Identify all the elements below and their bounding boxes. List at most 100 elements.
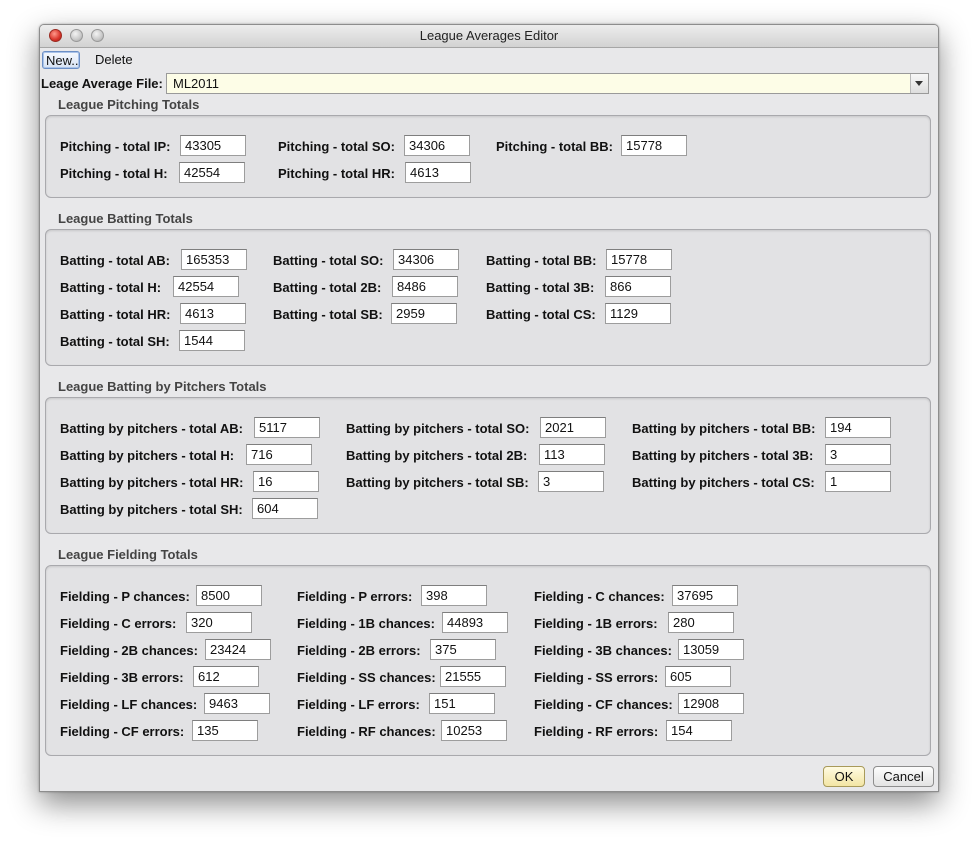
fielding-rf-errors-label: Fielding - RF errors: <box>534 724 659 739</box>
pitching-ip-label: Pitching - total IP: <box>60 139 171 154</box>
batting-so-field[interactable] <box>393 249 459 270</box>
pitcher-batting-cs-field[interactable] <box>825 471 891 492</box>
pitching-totals-group: Pitching - total IP: Pitching - total SO… <box>45 115 931 198</box>
pitcher-batting-sh-label: Batting by pitchers - total SH: <box>60 502 243 517</box>
fielding-c-chances-label: Fielding - C chances: <box>534 589 665 604</box>
pitching-ip-field[interactable] <box>180 135 246 156</box>
fielding-ss-errors-field[interactable] <box>665 666 731 687</box>
batting-sh-field[interactable] <box>179 330 245 351</box>
pitcher-batting-sh-field[interactable] <box>252 498 318 519</box>
pitcher-batting-h-field[interactable] <box>246 444 312 465</box>
title-bar: League Averages Editor <box>40 25 938 48</box>
batting-2b-field[interactable] <box>392 276 458 297</box>
batting-totals-group: Batting - total AB: Batting - total SO: … <box>45 229 931 366</box>
pitcher-batting-so-field[interactable] <box>540 417 606 438</box>
fielding-lf-errors-label: Fielding - LF errors: <box>297 697 420 712</box>
fielding-cf-errors-label: Fielding - CF errors: <box>60 724 185 739</box>
fielding-1b-errors-field[interactable] <box>668 612 734 633</box>
fielding-lf-chances-field[interactable] <box>204 693 270 714</box>
fielding-cf-chances-field[interactable] <box>678 693 744 714</box>
pitching-hr-field[interactable] <box>405 162 471 183</box>
batting-cs-label: Batting - total CS: <box>486 307 596 322</box>
fielding-p-chances-field[interactable] <box>196 585 262 606</box>
cancel-button[interactable]: Cancel <box>873 766 934 787</box>
batting-bb-field[interactable] <box>606 249 672 270</box>
fielding-totals-title: League Fielding Totals <box>58 547 198 562</box>
pitcher-batting-bb-field[interactable] <box>825 417 891 438</box>
pitcher-batting-hr-label: Batting by pitchers - total HR: <box>60 475 244 490</box>
fielding-1b-chances-label: Fielding - 1B chances: <box>297 616 435 631</box>
fielding-p-errors-field[interactable] <box>421 585 487 606</box>
new-button[interactable]: New.. <box>42 51 80 69</box>
batting-hr-label: Batting - total HR: <box>60 307 171 322</box>
fielding-2b-chances-field[interactable] <box>205 639 271 660</box>
pitcher-batting-sb-field[interactable] <box>538 471 604 492</box>
league-average-file-label: Leage Average File: <box>41 76 163 91</box>
pitcher-batting-hr-field[interactable] <box>253 471 319 492</box>
fielding-lf-errors-field[interactable] <box>429 693 495 714</box>
batting-sh-label: Batting - total SH: <box>60 334 170 349</box>
fielding-p-chances-label: Fielding - P chances: <box>60 589 190 604</box>
batting-3b-field[interactable] <box>605 276 671 297</box>
fielding-totals-group: Fielding - P chances: Fielding - P error… <box>45 565 931 756</box>
pitcher-batting-sb-label: Batting by pitchers - total SB: <box>346 475 529 490</box>
pitching-h-field[interactable] <box>179 162 245 183</box>
ok-button[interactable]: OK <box>823 766 865 787</box>
fielding-c-errors-field[interactable] <box>186 612 252 633</box>
batting-ab-field[interactable] <box>181 249 247 270</box>
fielding-1b-chances-field[interactable] <box>442 612 508 633</box>
batting-cs-field[interactable] <box>605 303 671 324</box>
pitching-bb-label: Pitching - total BB: <box>496 139 613 154</box>
fielding-rf-chances-label: Fielding - RF chances: <box>297 724 436 739</box>
fielding-2b-errors-field[interactable] <box>430 639 496 660</box>
pitcher-batting-2b-field[interactable] <box>539 444 605 465</box>
fielding-2b-chances-label: Fielding - 2B chances: <box>60 643 198 658</box>
pitcher-batting-3b-field[interactable] <box>825 444 891 465</box>
pitching-totals-title: League Pitching Totals <box>58 97 200 112</box>
delete-button[interactable]: Delete <box>95 51 137 69</box>
batting-sb-field[interactable] <box>391 303 457 324</box>
fielding-3b-errors-field[interactable] <box>193 666 259 687</box>
pitcher-batting-ab-label: Batting by pitchers - total AB: <box>60 421 243 436</box>
pitching-hr-label: Pitching - total HR: <box>278 166 395 181</box>
fielding-rf-errors-field[interactable] <box>666 720 732 741</box>
pitcher-batting-bb-label: Batting by pitchers - total BB: <box>632 421 816 436</box>
pitcher-batting-so-label: Batting by pitchers - total SO: <box>346 421 530 436</box>
fielding-c-chances-field[interactable] <box>672 585 738 606</box>
pitcher-batting-ab-field[interactable] <box>254 417 320 438</box>
batting-2b-label: Batting - total 2B: <box>273 280 382 295</box>
fielding-1b-errors-label: Fielding - 1B errors: <box>534 616 658 631</box>
pitcher-batting-2b-label: Batting by pitchers - total 2B: <box>346 448 528 463</box>
league-average-file-select[interactable]: ML2011 <box>166 73 929 94</box>
fielding-p-errors-label: Fielding - P errors: <box>297 589 413 604</box>
fielding-3b-errors-label: Fielding - 3B errors: <box>60 670 184 685</box>
league-average-file-value: ML2011 <box>173 76 220 91</box>
fielding-ss-chances-label: Fielding - SS chances: <box>297 670 436 685</box>
pitching-bb-field[interactable] <box>621 135 687 156</box>
pitcher-batting-cs-label: Batting by pitchers - total CS: <box>632 475 815 490</box>
fielding-cf-errors-field[interactable] <box>192 720 258 741</box>
fielding-3b-chances-field[interactable] <box>678 639 744 660</box>
fielding-3b-chances-label: Fielding - 3B chances: <box>534 643 672 658</box>
pitcher-batting-totals-title: League Batting by Pitchers Totals <box>58 379 267 394</box>
fielding-ss-errors-label: Fielding - SS errors: <box>534 670 659 685</box>
batting-h-label: Batting - total H: <box>60 280 162 295</box>
pitching-so-label: Pitching - total SO: <box>278 139 395 154</box>
pitcher-batting-3b-label: Batting by pitchers - total 3B: <box>632 448 814 463</box>
batting-totals-title: League Batting Totals <box>58 211 193 226</box>
batting-hr-field[interactable] <box>180 303 246 324</box>
batting-so-label: Batting - total SO: <box>273 253 384 268</box>
league-averages-window: League Averages Editor New.. Delete Leag… <box>39 24 939 792</box>
fielding-ss-chances-field[interactable] <box>440 666 506 687</box>
fielding-2b-errors-label: Fielding - 2B errors: <box>297 643 421 658</box>
fielding-cf-chances-label: Fielding - CF chances: <box>534 697 673 712</box>
chevron-down-icon[interactable] <box>910 74 928 93</box>
window-title: League Averages Editor <box>419 28 559 43</box>
pitcher-batting-h-label: Batting by pitchers - total H: <box>60 448 235 463</box>
batting-h-field[interactable] <box>173 276 239 297</box>
fielding-rf-chances-field[interactable] <box>441 720 507 741</box>
fielding-c-errors-label: Fielding - C errors: <box>60 616 177 631</box>
pitching-so-field[interactable] <box>404 135 470 156</box>
fielding-lf-chances-label: Fielding - LF chances: <box>60 697 198 712</box>
batting-ab-label: Batting - total AB: <box>60 253 170 268</box>
